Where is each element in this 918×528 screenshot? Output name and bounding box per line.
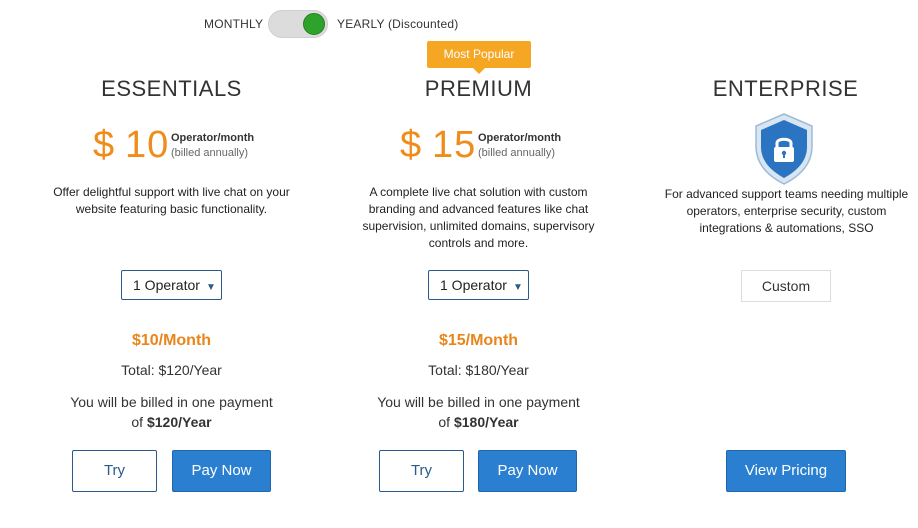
monthly-price: $15/Month [438,332,519,349]
operator-select[interactable]: 1 Operator ▼ [121,270,222,300]
chevron-down-icon: ▼ [512,282,523,293]
billing-note: You will be billed in one payment of $12… [0,392,343,432]
billing-text: You will be billed in one payment [70,394,273,410]
billing-note: You will be billed in one payment of $18… [307,392,650,432]
billing-text: You will be billed in one payment [377,394,580,410]
billing-of: of [438,414,454,430]
pay-now-button[interactable]: Pay Now [172,450,271,492]
shield-lock-icon [755,113,813,185]
custom-pricing-field: Custom [741,270,831,302]
billing-amount: $180/Year [453,414,519,430]
plan-description: Offer delightful support with live chat … [53,185,290,216]
operator-select-value: 1 Operator [440,277,507,293]
chevron-down-icon: ▼ [205,282,216,293]
price-unit: Operator/month [478,132,562,144]
try-button[interactable]: Try [379,450,464,492]
currency-symbol: $ [400,124,422,166]
plan-enterprise: ENTERPRISE For advanced support teams ne… [655,0,918,528]
operator-select[interactable]: 1 Operator ▼ [428,270,529,300]
plan-title: ESSENTIALS [101,76,242,101]
plan-premium: PREMIUM $ 15 Operator/month (billed annu… [307,0,650,528]
price-unit: Operator/month [171,132,255,144]
price-amount: 10 [125,124,170,166]
yearly-total: Total: $120/Year [121,362,222,378]
plan-title: ENTERPRISE [712,76,859,101]
try-button[interactable]: Try [72,450,157,492]
operator-select-value: 1 Operator [133,277,200,293]
plan-title: PREMIUM [424,76,533,101]
plan-description: A complete live chat solution with custo… [362,185,595,250]
pay-now-button[interactable]: Pay Now [478,450,577,492]
billing-amount: $120/Year [146,414,212,430]
monthly-price: $10/Month [131,332,212,349]
billing-of: of [131,414,147,430]
plan-description: For advanced support teams needing multi… [664,187,909,235]
yearly-total: Total: $180/Year [428,362,529,378]
price-amount: 15 [432,124,477,166]
billed-note: (billed annually) [171,147,249,159]
currency-symbol: $ [93,124,115,166]
view-pricing-button[interactable]: View Pricing [726,450,846,492]
plan-essentials: ESSENTIALS $ 10 Operator/month (billed a… [0,0,343,528]
billed-note: (billed annually) [478,147,556,159]
